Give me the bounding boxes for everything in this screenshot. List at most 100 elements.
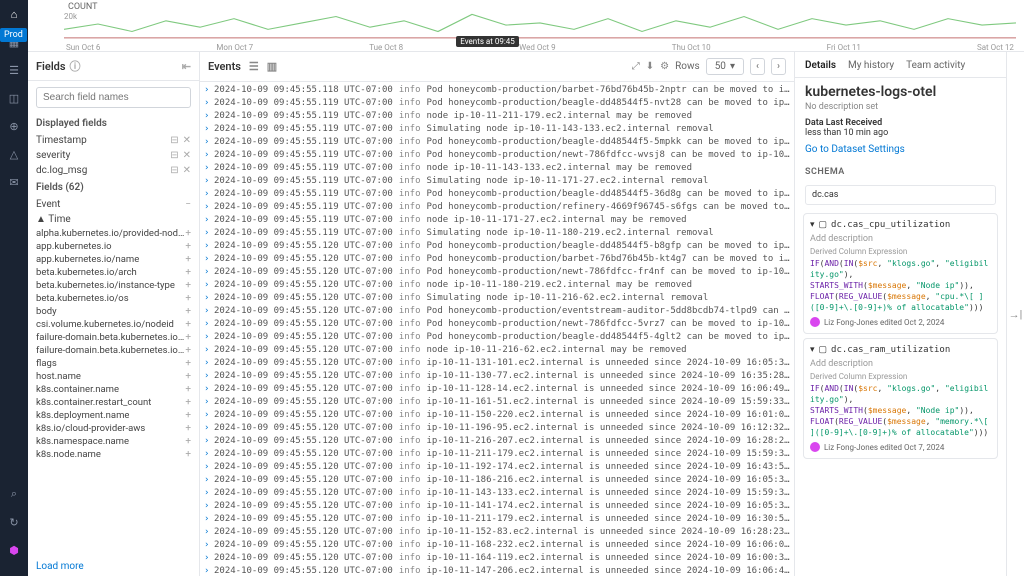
field-item[interactable]: host.name+: [28, 370, 199, 383]
log-row[interactable]: ›2024-10-09 09:45:55.120 UTC-07:00infoSi…: [200, 292, 794, 305]
dataset-settings-link[interactable]: Go to Dataset Settings: [795, 144, 1006, 163]
field-item[interactable]: beta.kubernetes.io/arch+: [28, 266, 199, 279]
log-row[interactable]: ›2024-10-09 09:45:55.119 UTC-07:00infoPo…: [200, 97, 794, 110]
log-row[interactable]: ›2024-10-09 09:45:55.120 UTC-07:00infono…: [200, 279, 794, 292]
field-item[interactable]: k8s.node.name+: [28, 448, 199, 461]
field-item[interactable]: flags+: [28, 357, 199, 370]
field-item[interactable]: csi.volume.kubernetes.io/nodeid+: [28, 318, 199, 331]
log-row[interactable]: ›2024-10-09 09:45:55.120 UTC-07:00infoip…: [200, 487, 794, 500]
send-icon[interactable]: ✉: [6, 174, 22, 190]
log-row[interactable]: ›2024-10-09 09:45:55.120 UTC-07:00infoPo…: [200, 253, 794, 266]
log-row[interactable]: ›2024-10-09 09:45:55.119 UTC-07:00infoSi…: [200, 175, 794, 188]
settings-icon[interactable]: ⚙: [660, 61, 669, 72]
field-group[interactable]: Event−: [28, 197, 199, 212]
log-row[interactable]: ›2024-10-09 09:45:55.119 UTC-07:00infoSi…: [200, 227, 794, 240]
bell-icon[interactable]: △: [6, 146, 22, 162]
home-icon[interactable]: ⌂: [6, 6, 22, 22]
field-item[interactable]: alpha.kubernetes.io/provided-node-ip+: [28, 227, 199, 240]
columns-view-icon[interactable]: ▥: [267, 60, 277, 73]
field-item[interactable]: k8s.io/cloud-provider-aws+: [28, 422, 199, 435]
flow-icon[interactable]: ⊕: [6, 118, 22, 134]
log-row[interactable]: ›2024-10-09 09:45:55.120 UTC-07:00infoip…: [200, 448, 794, 461]
log-row[interactable]: ›2024-10-09 09:45:55.120 UTC-07:00infoip…: [200, 500, 794, 513]
field-item[interactable]: app.kubernetes.io+: [28, 240, 199, 253]
tab-history[interactable]: My history: [848, 60, 894, 71]
history-icon[interactable]: ↻: [6, 514, 22, 530]
log-row[interactable]: ›2024-10-09 09:45:55.119 UTC-07:00infono…: [200, 162, 794, 175]
log-row[interactable]: ›2024-10-09 09:45:55.120 UTC-07:00infoip…: [200, 526, 794, 539]
log-row[interactable]: ›2024-10-09 09:45:55.119 UTC-07:00infono…: [200, 110, 794, 123]
field-item[interactable]: k8s.deployment.name+: [28, 409, 199, 422]
chevron-down-icon[interactable]: ▾: [810, 220, 815, 230]
layers-icon[interactable]: ◫: [6, 90, 22, 106]
tab-team[interactable]: Team activity: [906, 60, 965, 71]
field-item[interactable]: failure-domain.beta.kubernetes.io/zone+: [28, 344, 199, 357]
field-item[interactable]: beta.kubernetes.io/os+: [28, 292, 199, 305]
log-row[interactable]: ›2024-10-09 09:45:55.120 UTC-07:00infoip…: [200, 370, 794, 383]
field-item[interactable]: failure-domain.beta.kubernetes.io/region…: [28, 331, 199, 344]
prev-page-button[interactable]: ‹: [750, 58, 765, 75]
download-icon[interactable]: ⬇: [646, 61, 654, 72]
env-badge[interactable]: Prod: [0, 28, 27, 42]
log-row[interactable]: ›2024-10-09 09:45:55.120 UTC-07:00infoPo…: [200, 331, 794, 344]
rows-select[interactable]: 50 ▾: [706, 58, 744, 75]
log-row[interactable]: ›2024-10-09 09:45:55.120 UTC-07:00infoip…: [200, 539, 794, 552]
log-row[interactable]: ›2024-10-09 09:45:55.119 UTC-07:00infoPo…: [200, 136, 794, 149]
log-row[interactable]: ›2024-10-09 09:45:55.120 UTC-07:00infono…: [200, 344, 794, 357]
log-row[interactable]: ›2024-10-09 09:45:55.120 UTC-07:00infoip…: [200, 435, 794, 448]
bars-icon[interactable]: ☰: [6, 62, 22, 78]
gear-icon[interactable]: ⬢: [6, 542, 22, 558]
displayed-field[interactable]: Timestamp⊟✕: [28, 133, 199, 148]
chevron-down-icon[interactable]: ▾: [810, 345, 815, 355]
pin-icon[interactable]: ⊟: [170, 150, 178, 161]
log-row[interactable]: ›2024-10-09 09:45:55.120 UTC-07:00infoip…: [200, 565, 794, 576]
collapse-icon[interactable]: ⇤: [182, 60, 191, 73]
field-item[interactable]: k8s.namespace.name+: [28, 435, 199, 448]
derived-column-card[interactable]: ▾ ▢ dc.cas_ram_utilization Add descripti…: [803, 338, 998, 459]
fields-search-input[interactable]: [36, 87, 191, 108]
field-item[interactable]: k8s.container.restart_count+: [28, 396, 199, 409]
schema-filter-input[interactable]: dc.cas: [805, 185, 996, 205]
log-row[interactable]: ›2024-10-09 09:45:55.119 UTC-07:00infoSi…: [200, 123, 794, 136]
load-more-link[interactable]: Load more: [28, 557, 199, 576]
displayed-field[interactable]: severity⊟✕: [28, 148, 199, 163]
log-row[interactable]: ›2024-10-09 09:45:55.119 UTC-07:00infono…: [200, 214, 794, 227]
field-item[interactable]: app.kubernetes.io/name+: [28, 253, 199, 266]
displayed-field[interactable]: dc.log_msg⊟✕: [28, 163, 199, 178]
next-page-button[interactable]: ›: [771, 58, 786, 75]
remove-icon[interactable]: ✕: [183, 135, 191, 146]
log-row[interactable]: ›2024-10-09 09:45:55.119 UTC-07:00infoPo…: [200, 149, 794, 162]
collapse-details-button[interactable]: →|: [1006, 52, 1024, 576]
field-time[interactable]: ▲ Time: [28, 212, 199, 227]
log-list[interactable]: ›2024-10-09 09:45:55.118 UTC-07:00infoPo…: [200, 82, 794, 576]
info-icon[interactable]: ⓘ: [70, 58, 81, 74]
derived-column-card[interactable]: ▾ ▢ dc.cas_cpu_utilization Add descripti…: [803, 213, 998, 334]
add-desc-link[interactable]: Add description: [810, 359, 991, 369]
expand-icon[interactable]: ⤢: [632, 61, 640, 72]
pin-icon[interactable]: ⊟: [170, 135, 178, 146]
add-desc-link[interactable]: Add description: [810, 234, 991, 244]
log-row[interactable]: ›2024-10-09 09:45:55.120 UTC-07:00infoip…: [200, 513, 794, 526]
log-row[interactable]: ›2024-10-09 09:45:55.120 UTC-07:00infoip…: [200, 422, 794, 435]
log-row[interactable]: ›2024-10-09 09:45:55.120 UTC-07:00infoip…: [200, 396, 794, 409]
pin-icon[interactable]: ⊟: [170, 165, 178, 176]
tab-details[interactable]: Details: [805, 60, 836, 71]
remove-icon[interactable]: ✕: [183, 150, 191, 161]
timeline-chart[interactable]: COUNT 20k Sun Oct 6Mon Oct 7Tue Oct 8Wed…: [28, 0, 1024, 52]
log-row[interactable]: ›2024-10-09 09:45:55.120 UTC-07:00infoPo…: [200, 305, 794, 318]
field-item[interactable]: body+: [28, 305, 199, 318]
log-row[interactable]: ›2024-10-09 09:45:55.120 UTC-07:00infoPo…: [200, 318, 794, 331]
field-item[interactable]: beta.kubernetes.io/instance-type+: [28, 279, 199, 292]
log-row[interactable]: ›2024-10-09 09:45:55.120 UTC-07:00infoip…: [200, 552, 794, 565]
list-view-icon[interactable]: ☰: [249, 60, 259, 73]
log-row[interactable]: ›2024-10-09 09:45:55.120 UTC-07:00infoip…: [200, 474, 794, 487]
log-row[interactable]: ›2024-10-09 09:45:55.120 UTC-07:00infoPo…: [200, 240, 794, 253]
remove-icon[interactable]: ✕: [183, 165, 191, 176]
search-icon[interactable]: ⌕: [6, 486, 22, 502]
log-row[interactable]: ›2024-10-09 09:45:55.119 UTC-07:00infoPo…: [200, 201, 794, 214]
log-row[interactable]: ›2024-10-09 09:45:55.118 UTC-07:00infoPo…: [200, 84, 794, 97]
log-row[interactable]: ›2024-10-09 09:45:55.120 UTC-07:00infoip…: [200, 409, 794, 422]
log-row[interactable]: ›2024-10-09 09:45:55.120 UTC-07:00infoip…: [200, 461, 794, 474]
log-row[interactable]: ›2024-10-09 09:45:55.119 UTC-07:00infoPo…: [200, 188, 794, 201]
log-row[interactable]: ›2024-10-09 09:45:55.120 UTC-07:00infoPo…: [200, 266, 794, 279]
